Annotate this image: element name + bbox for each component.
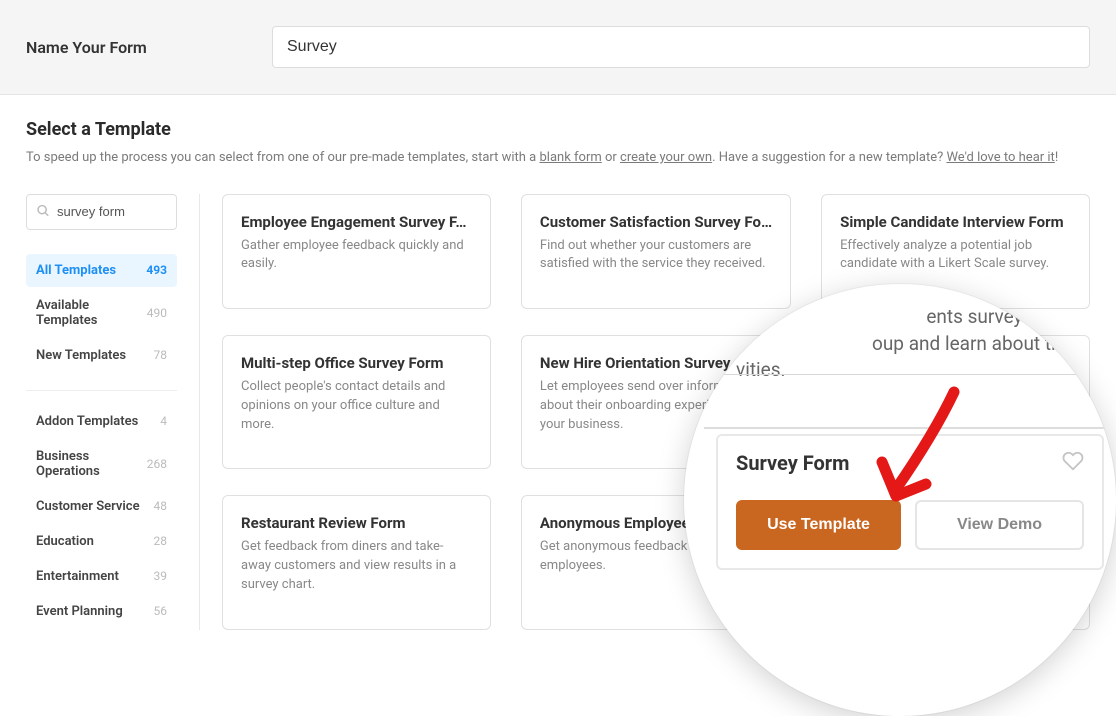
blank-form-link[interactable]: blank form [539, 150, 601, 165]
use-template-button[interactable]: Use Template [736, 500, 901, 550]
select-template-heading: Select a Template [26, 119, 1090, 140]
sidebar-item-customer-service[interactable]: Customer Service 48 [26, 490, 177, 523]
category-label: Customer Service [36, 499, 140, 514]
name-form-bar: Name Your Form [0, 0, 1116, 95]
template-description: Gather employee feedback quickly and eas… [241, 237, 472, 275]
zoom-divider [704, 374, 1106, 375]
category-count: 56 [154, 604, 168, 618]
name-form-label: Name Your Form [26, 38, 272, 57]
category-label: Available Templates [36, 298, 147, 328]
template-description: Get feedback from diners and take-away c… [241, 538, 472, 595]
template-title: Multi-step Office Survey Form [241, 354, 472, 372]
search-wrapper [26, 194, 177, 230]
template-card[interactable]: Restaurant Review Form Get feedback from … [222, 495, 491, 629]
create-own-link[interactable]: create your own [620, 150, 712, 165]
category-label: New Templates [36, 348, 126, 363]
template-title: Employee Engagement Survey F… [241, 213, 472, 231]
category-count: 493 [146, 263, 167, 277]
zoom-template-card: Survey Form Use Template View Demo [716, 434, 1104, 570]
category-label: Addon Templates [36, 414, 138, 429]
sidebar-item-available-templates[interactable]: Available Templates490 [26, 289, 177, 337]
sidebar-item-business-operations[interactable]: Business Operations268 [26, 440, 177, 488]
search-icon [36, 202, 50, 221]
zoom-divider2 [704, 427, 1106, 429]
template-title: Simple Candidate Interview Form [840, 213, 1071, 231]
category-count: 78 [154, 348, 168, 362]
category-label: Education [36, 534, 94, 549]
template-description: Find out whether your customers are sati… [540, 237, 772, 275]
sidebar-item-addon-templates[interactable]: Addon Templates 4 [26, 405, 177, 438]
category-count: 4 [160, 414, 167, 428]
template-sidebar: All Templates493Available Templates490Ne… [26, 194, 200, 630]
select-template-subtext: To speed up the process you can select f… [26, 148, 1090, 168]
category-label: Business Operations [36, 449, 147, 479]
category-count: 48 [154, 499, 168, 513]
category-label: Entertainment [36, 569, 119, 584]
category-label: All Templates [36, 263, 116, 278]
view-demo-button[interactable]: View Demo [915, 500, 1084, 550]
template-title: Restaurant Review Form [241, 514, 472, 532]
category-label: Event Planning [36, 604, 123, 619]
zoom-callout: ents survey the oup and learn about thei… [684, 284, 1116, 716]
sidebar-item-entertainment[interactable]: Entertainment 39 [26, 560, 177, 593]
template-description: Effectively analyze a potential job cand… [840, 237, 1071, 275]
zoom-snippet-text: ents survey the oup and learn about thei… [736, 300, 1094, 384]
category-count: 490 [147, 306, 167, 320]
template-card[interactable]: Multi-step Office Survey Form Collect peo… [222, 335, 491, 469]
sidebar-item-all-templates[interactable]: All Templates 493 [26, 254, 177, 287]
category-count: 28 [154, 534, 168, 548]
category-count: 39 [154, 569, 168, 583]
suggestion-link[interactable]: We'd love to hear it [946, 150, 1054, 165]
sidebar-item-new-templates[interactable]: New Templates 78 [26, 339, 177, 372]
category-divider [26, 390, 177, 391]
name-form-input[interactable] [272, 26, 1090, 68]
heart-icon[interactable] [1062, 450, 1084, 476]
sidebar-item-event-planning[interactable]: Event Planning 56 [26, 595, 177, 628]
sidebar-item-education[interactable]: Education 28 [26, 525, 177, 558]
zoom-card-title: Survey Form [736, 451, 849, 475]
template-description: Collect people's contact details and opi… [241, 378, 472, 435]
template-title: Customer Satisfaction Survey Fo… [540, 213, 772, 231]
template-card[interactable]: Employee Engagement Survey F… Gather empl… [222, 194, 491, 309]
category-count: 268 [147, 457, 167, 471]
select-template-header: Select a Template To speed up the proces… [0, 95, 1116, 194]
